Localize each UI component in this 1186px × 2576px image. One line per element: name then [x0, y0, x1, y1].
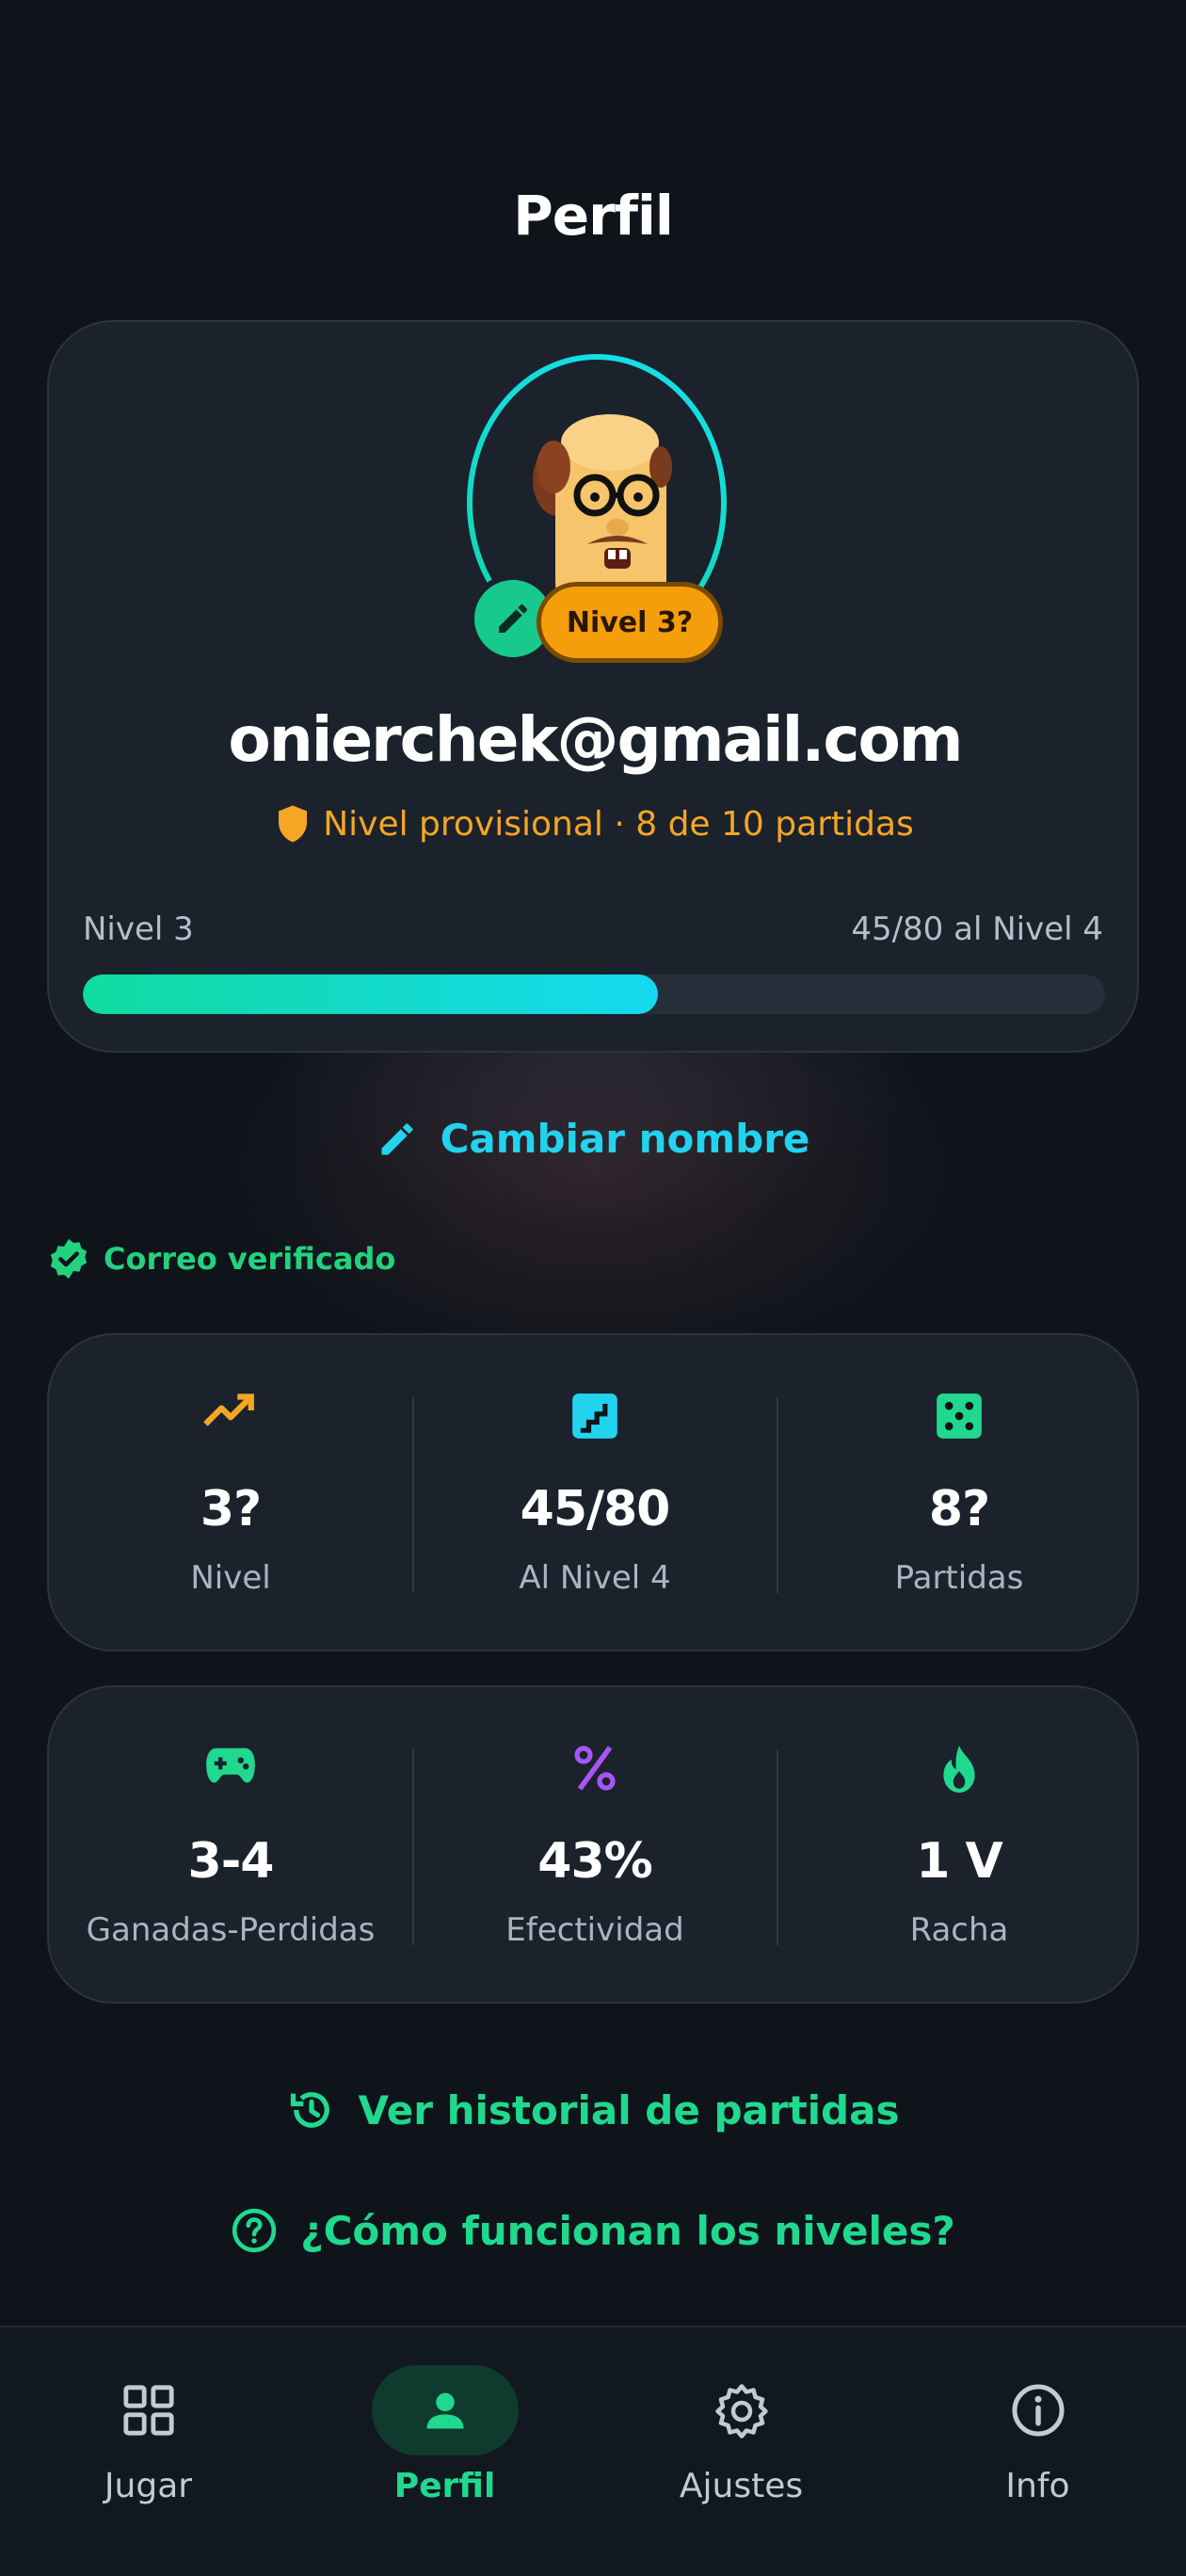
stat-next-level: 45/80 Al Nivel 4	[413, 1335, 777, 1650]
rename-button[interactable]: Cambiar nombre	[0, 1116, 1186, 1162]
stats-card-level: 3? Nivel 45/80 Al Nivel 4 8? Partidas	[47, 1333, 1139, 1651]
stat-label: Al Nivel 4	[519, 1559, 671, 1597]
percent-icon	[574, 1746, 616, 1791]
stat-win-loss: 3-4 Ganadas-Perdidas	[49, 1687, 412, 2002]
stat-value: 3?	[200, 1481, 262, 1538]
trending-up-icon	[203, 1393, 254, 1426]
nav-item-info[interactable]: Info	[890, 2327, 1186, 2576]
progress-next-level: 45/80 al Nivel 4	[851, 910, 1103, 948]
stat-games: 8? Partidas	[777, 1335, 1141, 1650]
flame-icon	[943, 1746, 975, 1793]
nav-label: Ajustes	[679, 2467, 804, 2505]
level-progress-fill	[83, 974, 658, 1014]
stat-value: 3-4	[187, 1833, 275, 1890]
match-history-link[interactable]: Ver historial de partidas	[0, 2085, 1186, 2134]
stairs-icon	[572, 1393, 617, 1439]
user-email: onierchek@gmail.com	[228, 703, 963, 776]
pencil-icon	[499, 604, 528, 633]
stat-label: Racha	[909, 1911, 1009, 1949]
progress-current-level: Nivel 3	[83, 910, 194, 948]
provisional-status: Nivel provisional · 8 de 10 partidas	[49, 804, 1141, 844]
profile-card: Nivel 3? onierchek@gmail.com Nivel provi…	[47, 320, 1139, 1053]
info-icon	[1012, 2384, 1064, 2437]
stat-effectiveness: 43% Efectividad	[413, 1687, 777, 2002]
match-history-label: Ver historial de partidas	[358, 2086, 900, 2133]
gear-icon	[714, 2384, 768, 2439]
provisional-text: Nivel provisional · 8 de 10 partidas	[323, 804, 914, 844]
stat-streak: 1 V Racha	[777, 1687, 1141, 2002]
levels-help-link[interactable]: ¿Cómo funcionan los niveles?	[0, 2207, 1186, 2254]
nav-item-jugar[interactable]: Jugar	[0, 2327, 296, 2576]
pencil-icon	[381, 1122, 413, 1154]
stat-label: Partidas	[894, 1559, 1024, 1597]
verified-status: Correo verificado	[47, 1237, 395, 1280]
stat-value: 43%	[537, 1833, 652, 1890]
bottom-nav: Jugar Perfil Ajustes Info	[0, 2326, 1186, 2576]
page-title: Perfil	[513, 184, 673, 248]
shield-icon	[279, 805, 308, 843]
stat-label: Nivel	[190, 1559, 271, 1597]
nav-label: Jugar	[104, 2467, 193, 2505]
active-indicator	[371, 2365, 519, 2455]
nav-label: Info	[1005, 2467, 1070, 2505]
dice-icon	[937, 1393, 982, 1439]
gamepad-icon	[206, 1747, 255, 1783]
history-icon	[290, 2092, 329, 2128]
nav-item-perfil[interactable]: Perfil	[296, 2327, 593, 2576]
stat-value: 8?	[928, 1481, 990, 1538]
level-progress-bar	[83, 974, 1105, 1014]
person-icon	[426, 2392, 463, 2429]
nav-label: Perfil	[393, 2467, 496, 2505]
stat-value: 45/80	[520, 1481, 671, 1538]
rename-label: Cambiar nombre	[440, 1116, 810, 1162]
verified-label: Correo verificado	[104, 1241, 396, 1277]
levels-help-label: ¿Cómo funcionan los niveles?	[300, 2207, 955, 2254]
help-circle-icon	[232, 2208, 277, 2253]
stat-label: Efectividad	[505, 1911, 684, 1949]
profile-screen: Perfil Nivel 3? onierchek@gmail.com Nive…	[0, 0, 1186, 2576]
grid-icon	[122, 2385, 174, 2436]
stats-card-record: 3-4 Ganadas-Perdidas 43% Efectividad 1 V…	[47, 1685, 1139, 2004]
stat-value: 1 V	[916, 1833, 1003, 1890]
level-badge: Nivel 3?	[537, 582, 723, 663]
stat-level: 3? Nivel	[49, 1335, 412, 1650]
verified-check-icon	[50, 1238, 88, 1280]
stat-label: Ganadas-Perdidas	[86, 1911, 376, 1949]
nav-item-ajustes[interactable]: Ajustes	[593, 2327, 890, 2576]
